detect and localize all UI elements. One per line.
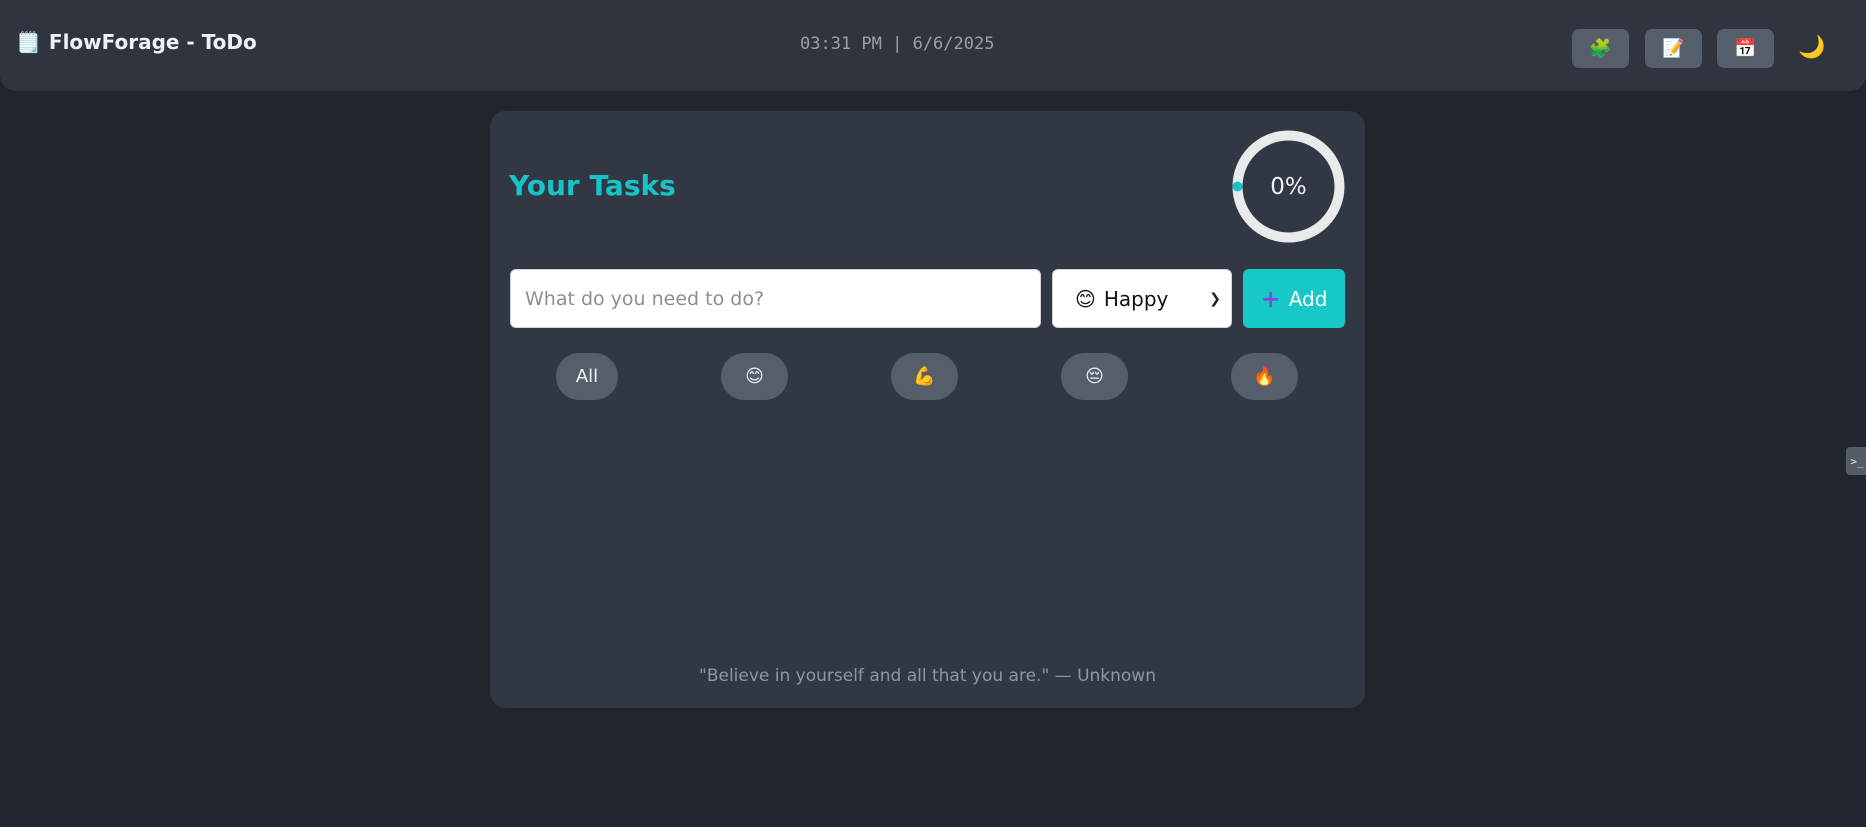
task-input[interactable] [510,269,1041,328]
datetime-display: 03:31 PM | 6/6/2025 [800,34,995,54]
smile-icon: 😊 [745,366,764,387]
mood-select[interactable]: 😊 Happy ❯ [1052,269,1232,328]
app-title: FlowForage - ToDo [48,30,257,54]
top-bar: 🗒️ FlowForage - ToDo 03:31 PM | 6/6/2025… [0,0,1866,91]
add-button[interactable]: + Add [1243,269,1345,328]
filter-sad[interactable]: 😔 [1061,353,1128,400]
filter-all-label: All [575,366,599,387]
add-button-label: Add [1288,286,1328,311]
terminal-tab[interactable]: >_ [1846,447,1866,475]
plus-icon: + [1260,284,1281,313]
theme-toggle[interactable]: 🌙 [1797,32,1827,62]
filter-motivated[interactable]: 💪 [891,353,958,400]
flexed-bicep-icon: 💪 [913,366,936,387]
smile-icon: 😊 [1075,286,1096,311]
puzzle-icon: 🧩 [1589,38,1612,59]
pensive-face-icon: 😔 [1085,366,1104,387]
notes-button[interactable]: 📝 [1645,29,1702,68]
notes-icon: 📝 [1662,38,1685,59]
moon-icon: 🌙 [1798,34,1826,60]
quote-text: "Believe in yourself and all that you ar… [699,666,1156,686]
fire-icon: 🔥 [1253,366,1276,387]
puzzle-button[interactable]: 🧩 [1572,29,1629,68]
calendar-button[interactable]: 📅 [1717,29,1774,68]
filter-happy[interactable]: 😊 [721,353,788,400]
chevron-down-icon: ❯ [1209,290,1221,307]
filter-fire[interactable]: 🔥 [1231,353,1298,400]
progress-ring: 0% [1231,129,1346,244]
calendar-icon: 📅 [1734,38,1757,59]
brand: 🗒️ FlowForage - ToDo [16,30,257,54]
filter-all[interactable]: All [556,353,618,400]
terminal-icon: >_ [1850,454,1864,468]
progress-percent: 0% [1270,173,1307,200]
notepad-icon: 🗒️ [16,30,41,54]
tasks-card: Your Tasks 0% 😊 Happy ❯ + Add All 😊 💪 😔 … [490,111,1365,708]
card-title: Your Tasks [509,169,676,202]
mood-select-value: Happy [1103,286,1169,311]
